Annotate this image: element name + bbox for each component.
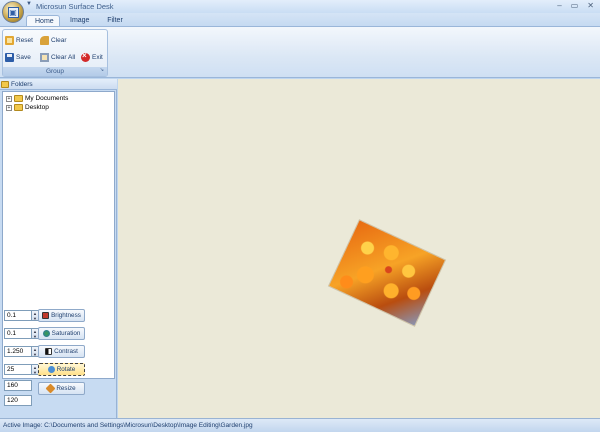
folders-header: Folders [0, 79, 117, 90]
expand-icon[interactable]: + [6, 104, 12, 111]
tree-item-desktop[interactable]: + Desktop [6, 104, 49, 111]
clear-all-button[interactable]: Clear All [40, 52, 75, 63]
save-button[interactable]: Save [5, 52, 31, 63]
rotate-label: Rotate [56, 366, 76, 373]
exit-button[interactable]: Exit [81, 51, 103, 63]
saturation-input[interactable] [4, 328, 32, 339]
reset-button[interactable]: Reset [5, 35, 33, 46]
rotate-icon [47, 366, 55, 373]
resize-height-field[interactable] [4, 395, 32, 406]
clear-button[interactable]: Clear [40, 35, 67, 46]
resize-width-input[interactable] [4, 380, 32, 391]
save-label: Save [16, 54, 31, 61]
contrast-stepper[interactable]: ▲▼ [4, 346, 39, 357]
brightness-input[interactable] [4, 310, 32, 321]
resize-button[interactable]: Resize [38, 382, 85, 395]
contrast-label: Contrast [54, 348, 78, 355]
resize-width-field[interactable] [4, 380, 32, 391]
exit-icon [81, 51, 90, 62]
window-title: Microsun Surface Desk [36, 2, 114, 11]
broom-icon [40, 36, 49, 45]
group-label-text: Group [45, 68, 65, 75]
folder-icon [14, 104, 23, 111]
status-bar: Active Image: C:\Documents and Settings\… [0, 418, 600, 432]
folder-icon [14, 95, 23, 102]
brightness-label: Brightness [51, 312, 81, 319]
quick-access-dropdown-icon[interactable]: ▼ [26, 1, 32, 7]
clear-all-icon [40, 53, 49, 62]
reset-icon [5, 36, 14, 45]
saturation-stepper[interactable]: ▲▼ [4, 328, 39, 339]
tree-item-my-documents[interactable]: + My Documents [6, 95, 68, 102]
title-bar: ▼ Microsun Surface Desk – ▭ ✕ [0, 0, 600, 13]
contrast-icon [45, 348, 53, 355]
brightness-button[interactable]: Brightness [38, 309, 85, 322]
rotate-input[interactable] [4, 364, 32, 375]
application-menu-button[interactable]: ▣ [2, 1, 24, 23]
saturation-label: Saturation [51, 330, 81, 337]
rotate-button[interactable]: Rotate [38, 363, 85, 376]
maximize-button[interactable]: ▭ [571, 1, 579, 11]
brightness-stepper[interactable]: ▲▼ [4, 310, 39, 321]
minimize-button[interactable]: – [557, 1, 561, 11]
close-button[interactable]: ✕ [587, 1, 594, 11]
clear-all-label: Clear All [51, 54, 76, 61]
saturation-button[interactable]: Saturation [38, 327, 85, 340]
left-panel: Folders + My Documents + Desktop ▲▼ Brig… [0, 79, 117, 418]
resize-icon [45, 383, 56, 394]
resize-height-input[interactable] [4, 395, 32, 406]
ribbon-group: Reset Clear Save Clear All Exit Group ↘ [2, 29, 108, 77]
clear-label: Clear [51, 37, 67, 44]
contrast-button[interactable]: Contrast [38, 345, 85, 358]
folders-title: Folders [11, 80, 33, 88]
rotated-image[interactable] [329, 220, 445, 326]
app-logo-icon: ▣ [7, 6, 19, 18]
rotate-stepper[interactable]: ▲▼ [4, 364, 39, 375]
image-canvas[interactable] [118, 79, 600, 418]
saturation-icon [42, 330, 50, 337]
tree-item-label: My Documents [25, 95, 69, 102]
exit-label: Exit [92, 54, 103, 61]
brightness-icon [42, 312, 50, 319]
group-label: Group ↘ [3, 67, 107, 76]
status-text: Active Image: C:\Documents and Settings\… [3, 422, 253, 429]
reset-label: Reset [16, 37, 33, 44]
tree-item-label: Desktop [25, 104, 49, 111]
ribbon-tabstrip: Home Image Filter [0, 13, 600, 27]
ribbon: Reset Clear Save Clear All Exit Group ↘ [0, 26, 600, 78]
folders-icon [1, 80, 9, 88]
save-icon [5, 53, 14, 62]
dialog-launcher-icon[interactable]: ↘ [100, 66, 104, 75]
expand-icon[interactable]: + [6, 95, 12, 102]
window-controls: – ▭ ✕ [557, 1, 594, 11]
resize-label: Resize [56, 385, 76, 392]
contrast-input[interactable] [4, 346, 32, 357]
